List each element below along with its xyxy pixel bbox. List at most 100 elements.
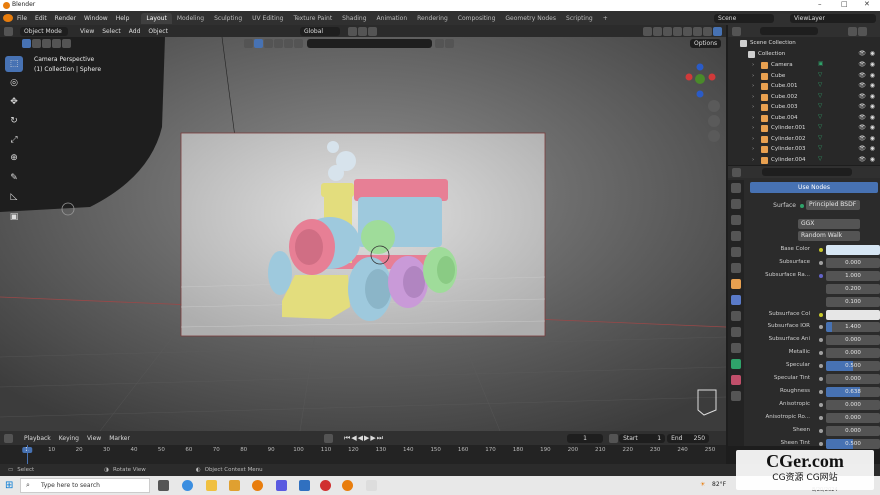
minimize-button[interactable]: –	[818, 0, 822, 8]
expand-arrow-icon[interactable]: ›	[752, 62, 754, 68]
tab-rendering[interactable]: Rendering	[412, 13, 453, 24]
use-nodes-button[interactable]: Use Nodes	[750, 182, 878, 193]
socket-icon[interactable]	[819, 260, 823, 265]
visibility-toggle-icon[interactable]: 👁	[858, 135, 866, 142]
particles-tab-icon[interactable]	[731, 311, 741, 321]
value-slider[interactable]: 1.000	[826, 270, 880, 281]
outliner-item[interactable]: › Cylinder.001 ▽ 👁 ◉	[728, 123, 880, 134]
tab-texture-paint[interactable]: Texture Paint	[288, 13, 337, 24]
socket-icon[interactable]	[819, 415, 823, 420]
socket-icon[interactable]	[819, 338, 823, 343]
mode-selector[interactable]: Object Mode	[20, 26, 68, 36]
notes-icon[interactable]	[299, 480, 310, 491]
menu-file[interactable]: File	[13, 15, 31, 22]
editor-type-icon[interactable]	[4, 26, 13, 36]
mesh-data-icon[interactable]: ▽	[818, 156, 822, 162]
render-toggle-icon[interactable]: ◉	[870, 114, 875, 121]
outliner-item[interactable]: › Cube.001 ▽ 👁 ◉	[728, 81, 880, 92]
recorder-icon[interactable]	[320, 480, 331, 491]
transform-tool[interactable]: ⊕	[5, 150, 23, 166]
socket-icon[interactable]	[819, 248, 823, 252]
scene-tab-icon[interactable]	[731, 247, 741, 257]
socket-icon[interactable]	[819, 364, 823, 369]
transform-orientation-dropdown[interactable]: Global	[299, 26, 340, 36]
chrome-icon[interactable]	[182, 480, 193, 491]
viewport-search-input[interactable]	[307, 39, 432, 48]
expand-arrow-icon[interactable]: ›	[752, 146, 754, 152]
object-tab-icon[interactable]	[731, 279, 741, 289]
viewport-menu-view[interactable]: View	[76, 28, 98, 35]
expand-arrow-icon[interactable]: ›	[752, 94, 754, 100]
folder-icon[interactable]	[229, 480, 240, 491]
world-tab-icon[interactable]	[731, 263, 741, 273]
shading-rendered-icon[interactable]	[713, 26, 722, 36]
outliner-search-input[interactable]	[760, 27, 818, 35]
windows-start-icon[interactable]: ⊞	[5, 480, 13, 491]
scale-tool[interactable]: ⤢	[5, 132, 23, 148]
mesh-data-icon[interactable]: ▽	[818, 103, 822, 109]
viewport-menu-select[interactable]: Select	[98, 28, 125, 35]
modifier-tab-icon[interactable]	[731, 295, 741, 305]
value-slider[interactable]: 0.000	[826, 412, 880, 423]
visibility-toggle-icon[interactable]: 👁	[858, 93, 866, 100]
constraints-tab-icon[interactable]	[731, 343, 741, 353]
render-toggle-icon[interactable]: ◉	[870, 145, 875, 152]
task-view-icon[interactable]	[158, 480, 169, 491]
sort-icon[interactable]	[445, 39, 454, 48]
value-slider[interactable]: 0.000	[826, 335, 880, 346]
viewport-menu-add[interactable]: Add	[125, 28, 145, 35]
color-field[interactable]	[826, 309, 880, 320]
properties-search-input[interactable]	[762, 168, 852, 176]
visibility-toggle-icon[interactable]: 👁	[858, 124, 866, 131]
mesh-filter-icon[interactable]	[264, 39, 273, 48]
app-icon[interactable]	[276, 480, 287, 491]
outliner-item[interactable]: › Cube.002 ▽ 👁 ◉	[728, 92, 880, 103]
outliner-filter-icon[interactable]	[848, 26, 857, 36]
value-slider[interactable]: 0.000	[826, 399, 880, 410]
tab-uv-editing[interactable]: UV Editing	[247, 13, 288, 24]
shading-wire-icon[interactable]	[683, 26, 692, 36]
camera-filter-icon[interactable]	[284, 39, 293, 48]
add-cube-tool[interactable]: ▣	[5, 209, 23, 225]
render-toggle-icon[interactable]: ◉	[870, 72, 875, 79]
shading-material-icon[interactable]	[703, 26, 712, 36]
measure-tool[interactable]: ◺	[5, 189, 23, 205]
mesh-data-icon[interactable]: ▽	[818, 124, 822, 130]
mesh-data-icon[interactable]: ▽	[818, 72, 822, 78]
maximize-button[interactable]: □	[841, 0, 848, 8]
texture-tab-icon[interactable]	[731, 391, 741, 401]
distribution-dropdown[interactable]: GGX	[798, 219, 860, 229]
blender-taskbar-icon[interactable]	[252, 480, 263, 491]
menu-window[interactable]: Window	[80, 15, 112, 22]
menu-render[interactable]: Render	[51, 15, 80, 22]
object-filter-icon[interactable]	[254, 39, 263, 48]
outliner-item[interactable]: › Cube.003 ▽ 👁 ◉	[728, 102, 880, 113]
outliner-item[interactable]: › Cube ▽ 👁 ◉	[728, 71, 880, 82]
new-collection-icon[interactable]	[858, 26, 867, 36]
render-toggle-icon[interactable]: ◉	[870, 103, 875, 110]
subsurface-method-dropdown[interactable]: Random Walk	[798, 231, 860, 241]
select-mode-intersect-icon[interactable]	[62, 39, 71, 48]
mesh-data-icon[interactable]: ▽	[818, 82, 822, 88]
view-layer-tab-icon[interactable]	[731, 231, 741, 241]
tab-geometry-nodes[interactable]: Geometry Nodes	[500, 13, 561, 24]
expand-arrow-icon[interactable]: ›	[752, 73, 754, 79]
visibility-toggle-icon[interactable]: 👁	[858, 72, 866, 79]
preview-range-icon[interactable]	[609, 433, 619, 443]
empty-filter-icon[interactable]	[294, 39, 303, 48]
view-layer-selector[interactable]: ViewLayer	[790, 13, 876, 23]
cursor-tool[interactable]: ◎	[5, 75, 23, 91]
rotate-tool[interactable]: ↻	[5, 113, 23, 129]
tab-scripting[interactable]: Scripting	[561, 13, 598, 24]
blender2-taskbar-icon[interactable]	[342, 480, 353, 491]
outliner-collection[interactable]: Collection 👁 ◉	[728, 49, 880, 60]
expand-arrow-icon[interactable]: ›	[752, 115, 754, 121]
select-mode-invert-icon[interactable]	[52, 39, 61, 48]
scene-selector[interactable]: Scene	[714, 13, 774, 23]
outliner-scene-collection[interactable]: Scene Collection	[728, 38, 880, 49]
value-slider[interactable]: 0.000	[826, 348, 880, 359]
mesh-data-icon[interactable]: ▽	[818, 114, 822, 120]
color-field[interactable]	[826, 245, 880, 255]
select-box-tool[interactable]: ⬚	[5, 56, 23, 72]
render-toggle-icon[interactable]: ◉	[870, 93, 875, 100]
